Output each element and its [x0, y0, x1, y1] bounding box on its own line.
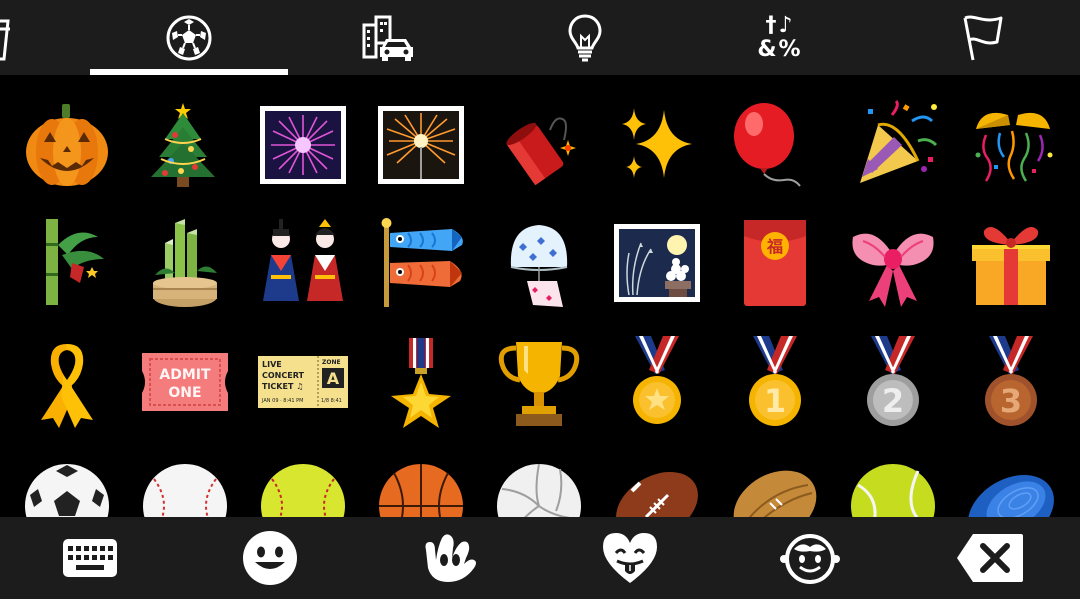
emoji-rugby-football[interactable]: [720, 451, 830, 517]
soccer-ball-icon: [166, 15, 212, 60]
tab-food[interactable]: [0, 0, 14, 75]
tab-objects[interactable]: [535, 0, 635, 75]
emoji-reminder-ribbon[interactable]: [12, 327, 122, 437]
emoji-moon-viewing-ceremony[interactable]: [602, 208, 712, 318]
emoji-ticket[interactable]: LIVE CONCERT TICKET ♫ JAN 09 · 8:41 PM Z…: [248, 327, 358, 437]
emoji-tanabata-tree[interactable]: [12, 208, 122, 318]
backspace-icon: [957, 534, 1023, 582]
admit-text-bottom: ONE: [168, 385, 201, 401]
emoji-wind-chime[interactable]: [484, 208, 594, 318]
emoji-basketball[interactable]: [366, 451, 476, 517]
emoji-soccer-ball[interactable]: [12, 451, 122, 517]
emoji-softball[interactable]: [248, 451, 358, 517]
flag-icon: [963, 15, 1003, 60]
emoji-wrapped-gift[interactable]: [956, 208, 1066, 318]
emoji-party-popper[interactable]: [840, 90, 950, 200]
emoji-balloon[interactable]: [714, 90, 824, 200]
tab-travel[interactable]: [338, 0, 438, 75]
symbols-glyph-top: †♪: [765, 12, 795, 38]
smileys-button[interactable]: [230, 517, 310, 599]
ticket-date: JAN 09 · 8:41 PM: [261, 398, 303, 404]
emoji-military-medal[interactable]: [366, 327, 476, 437]
medal-number-1: 1: [764, 382, 786, 420]
emoji-trophy[interactable]: [484, 327, 594, 437]
emoji-tennis[interactable]: [838, 451, 948, 517]
tab-symbols[interactable]: †♪ &%: [730, 0, 830, 75]
ticket-zone-letter: A: [327, 369, 340, 388]
emoji-ribbon[interactable]: [838, 208, 948, 318]
medal-number-3: 3: [1000, 382, 1022, 420]
emoji-red-envelope[interactable]: 福: [720, 208, 830, 318]
emoji-grid: 福 ADMIT ONE LIVE CONCERT TICKET ♫ JAN 09…: [0, 75, 1080, 517]
gestures-button[interactable]: [410, 517, 490, 599]
smiley-icon: [243, 531, 297, 585]
emoji-fireworks[interactable]: [248, 90, 358, 200]
keyboard-icon: [63, 539, 117, 577]
bottom-bar: [0, 517, 1080, 599]
emoji-sparkler[interactable]: [366, 90, 476, 200]
emoji-admission-tickets[interactable]: ADMIT ONE: [130, 327, 240, 437]
baby-face-icon: [780, 534, 840, 584]
kaomoji-button[interactable]: [770, 517, 850, 599]
symbols-glyph-bottom: &%: [757, 36, 803, 62]
emoji-1st-place-medal[interactable]: 1: [720, 327, 830, 437]
red-envelope-character: 福: [766, 237, 783, 256]
emoji-flying-disc[interactable]: [956, 451, 1066, 517]
emoji-sparkles[interactable]: [602, 90, 712, 200]
keyboard-button[interactable]: [50, 517, 130, 599]
ticket-line-2: CONCERT: [262, 371, 305, 380]
symbols-icon: †♪ &%: [757, 12, 803, 62]
hand-icon: [425, 534, 476, 582]
admit-text-top: ADMIT: [159, 367, 211, 383]
emoji-carp-streamer[interactable]: [366, 208, 476, 318]
emoji-sports-medal[interactable]: [602, 327, 712, 437]
emoji-firecracker[interactable]: [484, 90, 594, 200]
emoji-baseball[interactable]: [130, 451, 240, 517]
emoji-christmas-tree[interactable]: [128, 90, 238, 200]
tab-activity[interactable]: [139, 0, 239, 75]
medal-number-2: 2: [882, 382, 904, 420]
emoji-pine-decoration[interactable]: [130, 208, 240, 318]
category-bar: †♪ &%: [0, 0, 1080, 75]
emoji-volleyball[interactable]: [484, 451, 594, 517]
buildings-car-icon: [362, 15, 413, 61]
emoji-jack-o-lantern[interactable]: [12, 90, 122, 200]
heart-tongue-icon: [603, 533, 657, 583]
ticket-seat: 1/8 8:41: [321, 398, 342, 404]
tab-flags[interactable]: [931, 0, 1031, 75]
emoji-japanese-dolls[interactable]: [248, 208, 358, 318]
cup-icon: [0, 19, 10, 60]
ticket-line-1: LIVE: [262, 360, 282, 369]
emoji-confetti-ball[interactable]: [958, 90, 1068, 200]
emoji-american-football[interactable]: [602, 451, 712, 517]
emoji-3rd-place-medal[interactable]: 3: [956, 327, 1066, 437]
ticket-zone-label: ZONE: [322, 359, 341, 366]
emoticons-button[interactable]: [590, 517, 670, 599]
emoji-2nd-place-medal[interactable]: 2: [838, 327, 948, 437]
delete-button[interactable]: [950, 517, 1030, 599]
light-bulb-icon: [568, 13, 602, 61]
ticket-line-3: TICKET ♫: [262, 382, 303, 391]
